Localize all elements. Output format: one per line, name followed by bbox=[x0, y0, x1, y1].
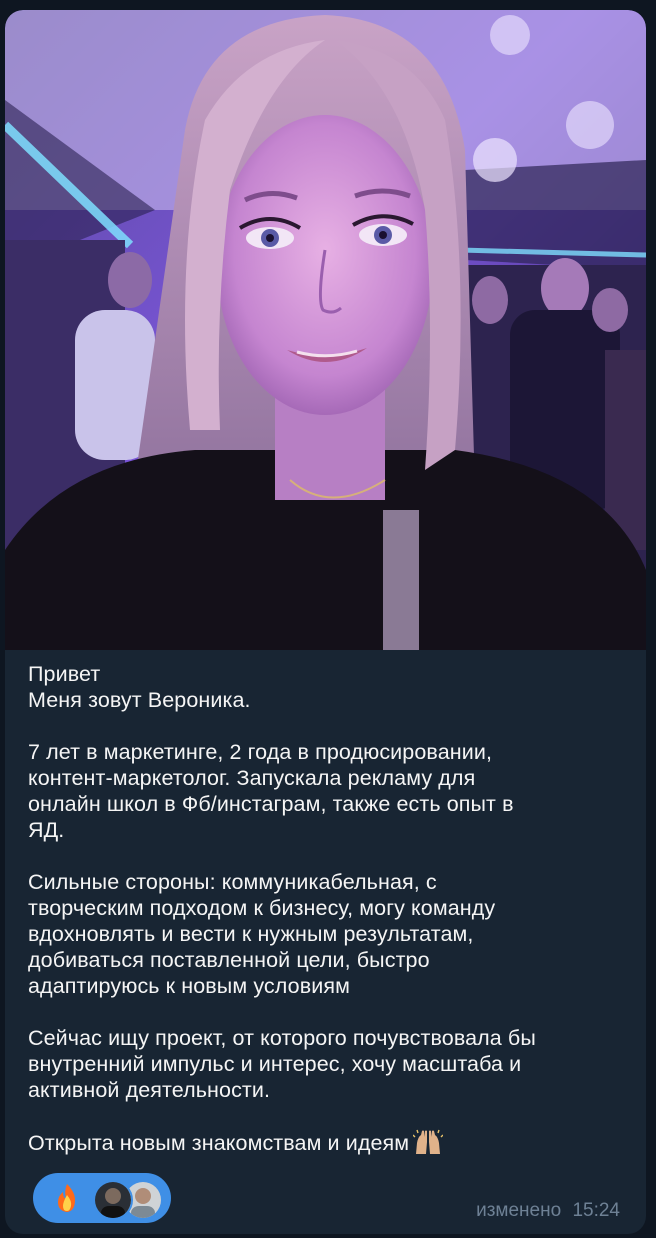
message-bubble[interactable]: Привет Меня зовут Вероника. 7 лет в марк… bbox=[5, 10, 646, 1234]
text-line: активной деятельности. bbox=[28, 1078, 271, 1102]
selfie-photo-illustration bbox=[5, 10, 646, 650]
raising-hands-icon bbox=[412, 1129, 444, 1155]
text-line: Открыта новым знакомствам и идеям bbox=[28, 1131, 410, 1155]
reaction-chip[interactable] bbox=[33, 1173, 171, 1223]
text-line: контент-маркетолог. Запускала рекламу дл… bbox=[28, 766, 476, 790]
fire-icon bbox=[53, 1183, 81, 1213]
reactor-avatar bbox=[93, 1180, 133, 1220]
text-line: ЯД. bbox=[28, 818, 65, 842]
text-line: внутренний импульс и интерес, хочу масшт… bbox=[28, 1052, 522, 1076]
edited-label: изменено bbox=[476, 1200, 562, 1221]
text-line: Меня зовут Вероника. bbox=[28, 688, 251, 712]
text-line-closing: Открыта новым знакомствам и идеям bbox=[28, 1129, 628, 1156]
text-line: Сильные стороны: коммуникабельная, с bbox=[28, 870, 437, 894]
text-line: адаптируюсь к новым условиям bbox=[28, 974, 350, 998]
text-line: Сейчас ищу проект, от которого почувство… bbox=[28, 1026, 536, 1050]
text-line: онлайн школ в Фб/инстаграм, также есть о… bbox=[28, 792, 514, 816]
message-time: 15:24 bbox=[572, 1200, 620, 1221]
text-line: вдохновлять и вести к нужным результатам… bbox=[28, 922, 474, 946]
text-line: Привет bbox=[28, 662, 101, 686]
message-meta: изменено 15:24 bbox=[476, 1200, 620, 1222]
text-line: творческим подходом к бизнесу, могу кома… bbox=[28, 896, 496, 920]
text-line: добиваться поставленной цели, быстро bbox=[28, 948, 430, 972]
message-photo[interactable] bbox=[5, 10, 646, 650]
message-text: Привет Меня зовут Вероника. 7 лет в марк… bbox=[28, 661, 628, 1156]
text-line: 7 лет в маркетинге, 2 года в продюсирова… bbox=[28, 740, 493, 764]
